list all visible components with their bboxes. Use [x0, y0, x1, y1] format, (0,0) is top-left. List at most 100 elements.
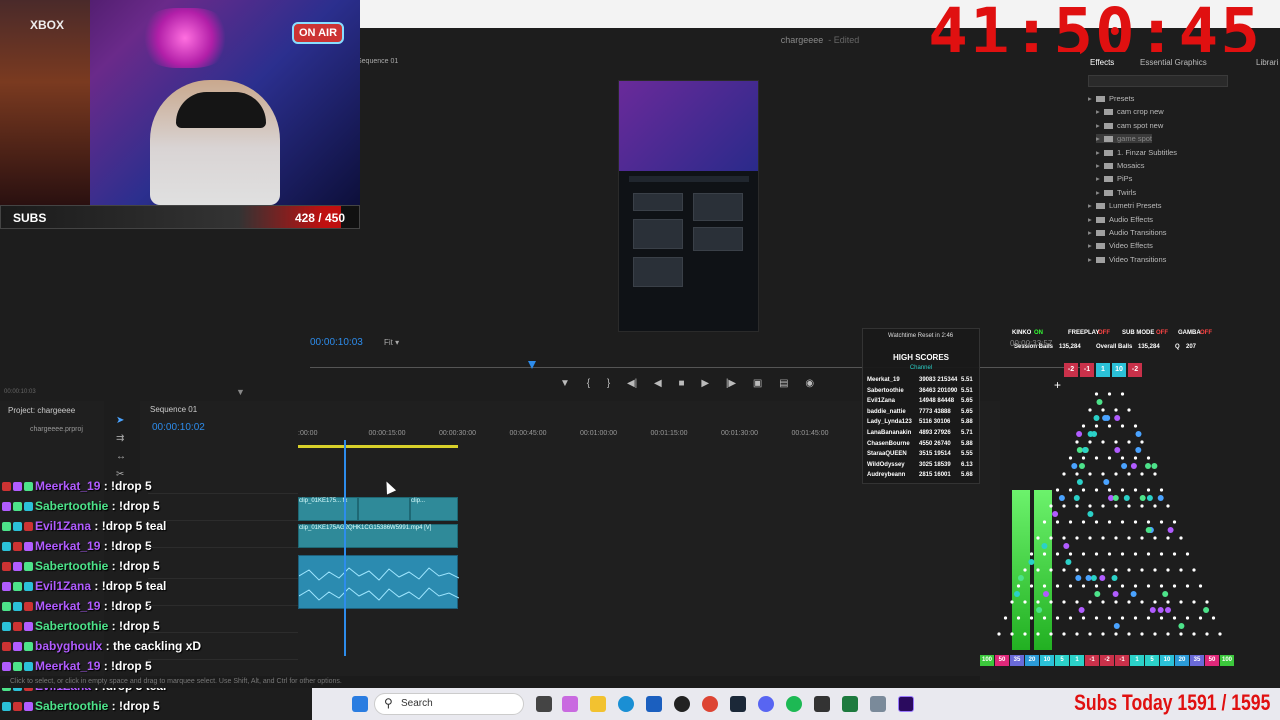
- stop-icon[interactable]: ■: [679, 378, 685, 389]
- effects-tree-item[interactable]: ▸ Presets: [1088, 94, 1134, 103]
- chevron-right-icon[interactable]: ▸: [1096, 134, 1104, 143]
- timeline-timecode[interactable]: 00:00:10:02: [152, 422, 205, 433]
- tab-effects[interactable]: Effects: [1090, 58, 1114, 67]
- track-header[interactable]: [148, 470, 298, 494]
- go-to-out-icon[interactable]: |▶: [726, 378, 736, 389]
- premiere-icon[interactable]: [898, 696, 914, 712]
- plinko-peg: [1101, 472, 1104, 475]
- effects-search-input[interactable]: [1088, 75, 1228, 87]
- ruler-tick-label: 00:00:15:00: [369, 430, 406, 437]
- transport-controls: ▼ { } ◀| ◀ ■ ▶ |▶ ▣ ▤ ◉: [560, 378, 828, 392]
- excel-icon[interactable]: [842, 696, 858, 712]
- chevron-right-icon[interactable]: ▸: [1088, 255, 1096, 264]
- timeline-sequence-tab[interactable]: Sequence 01: [150, 405, 197, 414]
- filter-icon[interactable]: ▼: [236, 387, 245, 397]
- plinko-peg: [1088, 472, 1091, 475]
- track-header[interactable]: [148, 582, 298, 606]
- extract-icon[interactable]: ▤: [779, 378, 788, 389]
- in-point-icon[interactable]: {: [587, 378, 590, 389]
- chevron-right-icon[interactable]: ▸: [1088, 94, 1096, 103]
- effects-tree-item[interactable]: ▸ PiPs: [1096, 174, 1132, 183]
- project-file[interactable]: chargeeee.prproj: [30, 426, 83, 433]
- chevron-right-icon[interactable]: ▸: [1088, 215, 1096, 224]
- chevron-right-icon[interactable]: ▸: [1096, 148, 1104, 157]
- program-timecode[interactable]: 00:00:10:03: [310, 337, 363, 348]
- spotify-icon[interactable]: [786, 696, 802, 712]
- clip-v2-mid[interactable]: [358, 497, 410, 521]
- chevron-right-icon[interactable]: ▸: [1088, 241, 1096, 250]
- effects-tree-item[interactable]: ▸ Mosaics: [1096, 161, 1145, 170]
- effects-tree-item[interactable]: ▸ Twirls: [1096, 188, 1136, 197]
- plinko-peg: [1153, 472, 1156, 475]
- effects-tree-item[interactable]: ▸ game spot: [1096, 134, 1152, 143]
- chevron-right-icon[interactable]: ▸: [1096, 121, 1104, 130]
- track-header[interactable]: [148, 524, 298, 548]
- effects-tree-item[interactable]: ▸ Audio Effects: [1088, 215, 1153, 224]
- windows-start-icon[interactable]: [352, 696, 368, 712]
- track-header[interactable]: [148, 636, 298, 660]
- effects-tree-item[interactable]: ▸ cam spot new: [1096, 121, 1163, 130]
- out-point-icon[interactable]: }: [607, 378, 610, 389]
- fit-dropdown[interactable]: Fit ▾: [384, 338, 399, 347]
- task-view-icon[interactable]: [536, 696, 552, 712]
- multiplier-button[interactable]: -1: [1080, 363, 1094, 377]
- multiplier-button[interactable]: 10: [1112, 363, 1126, 377]
- effects-tree-item[interactable]: ▸ cam crop new: [1096, 107, 1164, 116]
- selection-tool-icon[interactable]: ➤: [116, 415, 124, 426]
- plinko-peg: [1134, 520, 1137, 523]
- webcam-overlay: XBOX ON AIR: [0, 0, 360, 205]
- clip-v2-b[interactable]: clip...: [410, 497, 458, 521]
- track-header[interactable]: [148, 555, 298, 579]
- chevron-right-icon[interactable]: ▸: [1096, 107, 1104, 116]
- effects-tree-item[interactable]: ▸ Video Effects: [1088, 241, 1153, 250]
- track-header[interactable]: [148, 497, 298, 521]
- timeline-playhead[interactable]: [344, 440, 346, 656]
- track-header[interactable]: [148, 609, 298, 633]
- edge-icon[interactable]: [618, 696, 634, 712]
- track-select-icon[interactable]: ⇉: [116, 433, 124, 444]
- multiplier-button[interactable]: -2: [1064, 363, 1078, 377]
- work-area-bar[interactable]: [298, 445, 458, 448]
- chevron-right-icon[interactable]: ▸: [1088, 228, 1096, 237]
- chevron-right-icon[interactable]: ▸: [1088, 201, 1096, 210]
- sequence-tab-top[interactable]: Sequence 01: [357, 58, 398, 65]
- step-back-icon[interactable]: ◀: [654, 378, 662, 389]
- play-icon[interactable]: ▶: [701, 378, 709, 389]
- chevron-right-icon[interactable]: ▸: [1096, 174, 1104, 183]
- lift-icon[interactable]: ▣: [753, 378, 762, 389]
- effects-tree-item[interactable]: ▸ Lumetri Presets: [1088, 201, 1162, 210]
- plinko-ball: [1158, 495, 1164, 501]
- effects-tree-item[interactable]: ▸ 1. Finzar Subtitles: [1096, 148, 1177, 157]
- ripple-edit-icon[interactable]: ↔: [116, 451, 126, 462]
- clip-v2-a[interactable]: clip_01KE175... fx: [298, 497, 358, 521]
- chrome-icon[interactable]: [702, 696, 718, 712]
- chevron-right-icon[interactable]: ▸: [1096, 188, 1104, 197]
- chevron-right-icon[interactable]: ▸: [1096, 161, 1104, 170]
- tab-essential-graphics[interactable]: Essential Graphics: [1140, 58, 1207, 67]
- steam-icon[interactable]: [730, 696, 746, 712]
- copilot-icon[interactable]: [562, 696, 578, 712]
- plinko-peg: [1153, 568, 1156, 571]
- multiplier-button[interactable]: 1: [1096, 363, 1110, 377]
- project-tab[interactable]: Project: chargeeee: [8, 406, 75, 415]
- obs-icon[interactable]: [674, 696, 690, 712]
- file-explorer-icon[interactable]: [590, 696, 606, 712]
- plinko-peg: [1088, 536, 1091, 539]
- marker-icon[interactable]: ▼: [560, 378, 570, 389]
- audio-clip-a1[interactable]: [298, 555, 458, 609]
- go-to-in-icon[interactable]: ◀|: [627, 378, 637, 389]
- plinko-ball: [1094, 415, 1100, 421]
- xbox-icon[interactable]: [814, 696, 830, 712]
- clip-v1[interactable]: clip_01KE175AG2QHK1CG15386W5991.mp4 [V]: [298, 524, 458, 548]
- settings-icon[interactable]: [870, 696, 886, 712]
- export-frame-icon[interactable]: ◉: [805, 378, 814, 389]
- plinko-peg: [1049, 504, 1052, 507]
- taskbar-search[interactable]: Search: [374, 693, 524, 715]
- tab-libraries[interactable]: Librari: [1256, 58, 1278, 67]
- discord-icon[interactable]: [758, 696, 774, 712]
- effects-tree-item[interactable]: ▸ Video Transitions: [1088, 255, 1166, 264]
- plinko-peg: [1095, 392, 1098, 395]
- effects-tree-item[interactable]: ▸ Audio Transitions: [1088, 228, 1167, 237]
- store-icon[interactable]: [646, 696, 662, 712]
- multiplier-button[interactable]: -2: [1128, 363, 1142, 377]
